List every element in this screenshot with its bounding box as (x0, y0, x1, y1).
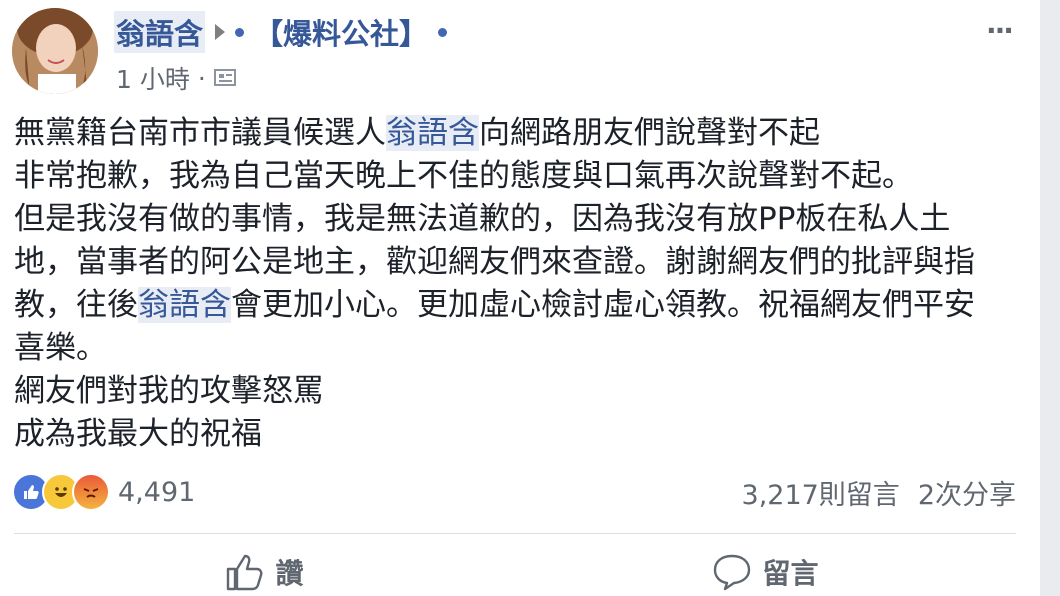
reactions[interactable] (12, 473, 110, 511)
body-text-segment: 網友們對我的攻擊怒罵 (14, 373, 324, 409)
post-meta: 1 小時 · (116, 62, 236, 94)
angry-icon (72, 473, 110, 511)
thumbs-up-icon (227, 554, 263, 591)
share-count[interactable]: 2次分享 (918, 473, 1016, 512)
comment-label: 留言 (762, 557, 819, 590)
body-line: 非常抱歉，我為自己當天晚上不佳的態度與口氣再次說聲對不起。 (14, 155, 1024, 198)
comment-count[interactable]: 3,217則留言 (742, 473, 900, 512)
body-line: 地，當事者的阿公是地主，歡迎網友們來查證。謝謝網友們的批評與指 (14, 241, 1024, 284)
dot-icon (235, 27, 245, 37)
body-text-segment: 向網路朋友們說聲對不起 (479, 115, 820, 151)
body-text-segment: 教，往後 (14, 287, 138, 323)
body-text-segment: 喜樂。 (14, 330, 107, 366)
privacy-icon[interactable] (213, 64, 236, 93)
comment-button[interactable]: 留言 (515, 548, 1016, 596)
body-line: 教，往後翁語含會更加小心。更加虛心檢討虛心領教。祝福網友們平安 (14, 284, 1024, 327)
body-line: 喜樂。 (14, 327, 1024, 370)
scrollbar-track[interactable] (1040, 0, 1060, 596)
page-name[interactable]: 【爆料公社】 (254, 11, 428, 53)
body-text-segment: 但是我沒有做的事情，我是無法道歉的，因為我沒有放PP板在私人土 (14, 201, 951, 237)
action-bar: 讚 留言 (14, 548, 1016, 596)
divider (14, 533, 1016, 534)
avatar[interactable] (12, 8, 98, 94)
post-stats: 4,491 3,217則留言 2次分享 (12, 472, 1016, 512)
post-time[interactable]: 1 小時 (116, 60, 190, 96)
meta-separator: · (197, 63, 206, 93)
body-text-segment: 無黨籍台南市市議員候選人 (14, 115, 386, 151)
reaction-count[interactable]: 4,491 (118, 477, 195, 508)
body-line: 無黨籍台南市市議員候選人翁語含向網路朋友們說聲對不起 (14, 112, 1024, 155)
body-line: 網友們對我的攻擊怒罵 (14, 370, 1024, 413)
like-button[interactable]: 讚 (14, 548, 515, 596)
body-line: 但是我沒有做的事情，我是無法道歉的，因為我沒有放PP板在私人土 (14, 198, 1024, 241)
body-text-segment: 地，當事者的阿公是地主，歡迎網友們來查證。謝謝網友們的批評與指 (14, 244, 975, 280)
body-text-segment: 成為我最大的祝福 (14, 416, 262, 452)
more-options-icon[interactable]: ··· (986, 14, 1014, 47)
dot-icon (438, 27, 448, 37)
play-triangle-icon (215, 24, 226, 40)
mention-link[interactable]: 翁語含 (386, 115, 479, 151)
body-text-segment: 會更加小心。更加虛心檢討虛心領教。祝福網友們平安 (231, 287, 975, 323)
mention-link[interactable]: 翁語含 (138, 287, 231, 323)
post-body: 無黨籍台南市市議員候選人翁語含向網路朋友們說聲對不起 非常抱歉，我為自己當天晚上不… (14, 112, 1024, 456)
body-text-segment: 非常抱歉，我為自己當天晚上不佳的態度與口氣再次說聲對不起。 (14, 158, 913, 194)
facebook-post: 翁語含 【爆料公社】 1 小時 · ··· 無黨籍台南市市議員候選人翁語含向網路… (0, 0, 1040, 596)
like-label: 讚 (275, 557, 304, 590)
post-header: 翁語含 【爆料公社】 (114, 11, 448, 53)
comment-icon (714, 554, 751, 591)
author-name[interactable]: 翁語含 (114, 11, 206, 53)
body-line: 成為我最大的祝福 (14, 413, 1024, 456)
